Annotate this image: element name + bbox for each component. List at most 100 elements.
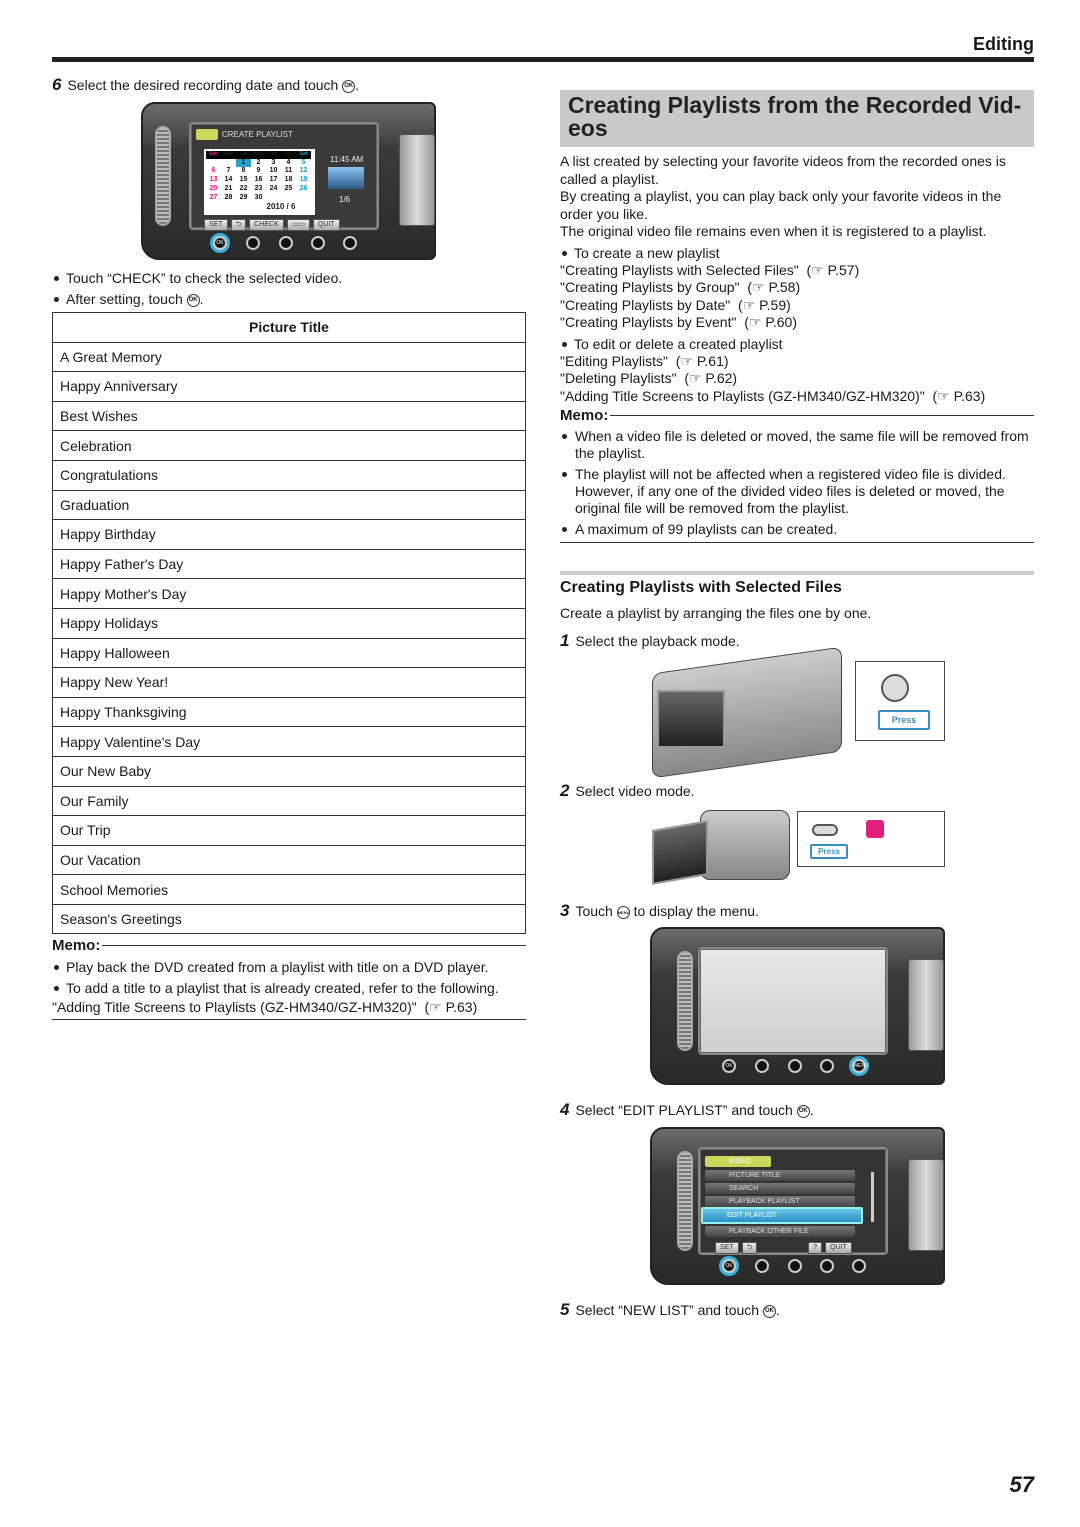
camcorder-illustration xyxy=(700,810,790,880)
calendar-date[interactable]: 10 xyxy=(266,167,281,176)
calendar-date[interactable]: 21 xyxy=(221,185,236,194)
cross-reference-link[interactable]: "Creating Playlists with Selected Files"… xyxy=(560,262,1034,280)
thumbnail xyxy=(328,167,364,189)
table-cell: Season's Greetings xyxy=(52,903,526,935)
ok-icon: OK xyxy=(186,293,200,307)
calendar-date[interactable]: 12 xyxy=(296,167,311,176)
ok-button[interactable]: OK xyxy=(722,1059,736,1073)
calendar-date[interactable]: 18 xyxy=(281,176,296,185)
screen-button[interactable]: SET xyxy=(715,1242,739,1254)
table-row: Happy Thanksgiving xyxy=(52,696,526,728)
screen-button[interactable]: ⮌ xyxy=(230,219,247,231)
weekday-label: Wed xyxy=(251,151,266,159)
calendar-date[interactable]: 16 xyxy=(251,176,266,185)
ok-button[interactable]: OK xyxy=(722,1259,736,1273)
screen-button[interactable]: QUIT xyxy=(312,219,340,231)
screen-button[interactable]: ? xyxy=(808,1242,823,1254)
calendar-date[interactable]: 17 xyxy=(266,176,281,185)
calendar[interactable]: Sun Mon Tue Wed Thu Fri Sat 1 2 3 4 5 6 7 8 9 10 11 12 13 14… xyxy=(204,149,315,215)
calendar-date[interactable]: 9 xyxy=(251,167,266,176)
calendar-date[interactable]: 26 xyxy=(296,185,311,194)
table-cell: Graduation xyxy=(52,489,526,521)
calendar-date[interactable]: 28 xyxy=(221,194,236,203)
hw-button[interactable] xyxy=(279,236,293,250)
hw-button[interactable] xyxy=(246,236,260,250)
cross-reference-link[interactable]: "Creating Playlists by Date" (☞ P.59) xyxy=(560,297,1034,315)
calendar-date[interactable]: 14 xyxy=(221,176,236,185)
divider xyxy=(560,571,1034,575)
zoom-slider[interactable] xyxy=(677,951,693,1051)
calendar-date[interactable]: 25 xyxy=(281,185,296,194)
cross-reference-link[interactable]: "Creating Playlists by Group" (☞ P.58) xyxy=(560,279,1034,297)
subsection-intro: Create a playlist by arranging the files… xyxy=(560,605,872,621)
calendar-date[interactable]: 5 xyxy=(296,159,311,168)
menu-button[interactable]: MENU xyxy=(852,1059,869,1073)
table-cell: Celebration xyxy=(52,430,526,461)
screen-button[interactable]: SET xyxy=(204,219,228,231)
hw-button[interactable] xyxy=(788,1059,802,1073)
press-label: Press xyxy=(878,710,930,730)
menu-button[interactable] xyxy=(343,236,357,250)
memo-bullet: Play back the DVD created from a playlis… xyxy=(52,959,526,976)
cross-reference-link[interactable]: "Deleting Playlists" (☞ P.62) xyxy=(560,370,1034,388)
zoom-slider[interactable] xyxy=(677,1151,693,1251)
hw-button[interactable] xyxy=(311,236,325,250)
calendar-date[interactable]: 2 xyxy=(251,159,266,168)
calendar-date[interactable]: 30 xyxy=(251,194,266,203)
calendar-date[interactable]: 20 xyxy=(206,185,221,194)
hw-button[interactable] xyxy=(755,1259,769,1273)
menu-item[interactable]: PICTURE TITLE xyxy=(705,1170,855,1181)
table-cell: Congratulations xyxy=(52,459,526,491)
month-label: 2010 / 6 xyxy=(266,202,296,212)
screen-button[interactable]: CHECK xyxy=(249,219,284,231)
calendar-date[interactable] xyxy=(206,159,221,168)
table-cell: A Great Memory xyxy=(52,341,526,373)
calendar-date[interactable]: 3 xyxy=(266,159,281,168)
screen-button[interactable]: ▭▭ xyxy=(286,219,310,231)
calendar-date[interactable]: 15 xyxy=(236,176,251,185)
calendar-date[interactable]: 19 xyxy=(296,176,311,185)
step-text: Select the desired recording date and to… xyxy=(67,77,339,93)
cross-reference-link[interactable]: "Creating Playlists by Event" (☞ P.60) xyxy=(560,314,1034,332)
screen-button[interactable]: QUIT xyxy=(825,1242,852,1254)
calendar-date[interactable]: 4 xyxy=(281,159,296,168)
hw-button[interactable] xyxy=(788,1259,802,1273)
calendar-date[interactable]: 11 xyxy=(281,167,296,176)
menu-item-selected[interactable]: EDIT PLAYLIST xyxy=(701,1207,863,1224)
menu-item[interactable]: PLAYBACK PLAYLIST xyxy=(705,1196,855,1207)
table-row: Happy New Year! xyxy=(52,667,526,698)
calendar-date[interactable]: 29 xyxy=(236,194,251,203)
calendar-date[interactable] xyxy=(221,159,236,168)
screen-button[interactable]: ⮌ xyxy=(741,1242,758,1254)
calendar-date[interactable]: 27 xyxy=(206,194,221,203)
intro-text: By creating a playlist, you can play bac… xyxy=(560,188,1002,222)
cross-reference-link[interactable]: "Adding Title Screens to Playlists (GZ-H… xyxy=(560,388,1034,406)
calendar-date[interactable]: 22 xyxy=(236,185,251,194)
table-cell: Happy Father's Day xyxy=(52,548,526,580)
calendar-date[interactable]: 23 xyxy=(251,185,266,194)
table-row: Congratulations xyxy=(52,459,526,491)
scrollbar[interactable] xyxy=(871,1172,874,1222)
menu-button[interactable] xyxy=(852,1259,866,1273)
weekday-label: Sun xyxy=(206,151,221,159)
calendar-date[interactable]: 6 xyxy=(206,167,221,176)
memo-link[interactable]: "Adding Title Screens to Playlists (GZ-H… xyxy=(52,999,526,1020)
table-cell: School Memories xyxy=(52,874,526,905)
weekday-label: Sat xyxy=(296,151,311,159)
calendar-date[interactable]: 1 xyxy=(236,158,251,168)
menu-item[interactable]: SEARCH xyxy=(705,1183,855,1194)
hw-button[interactable] xyxy=(820,1259,834,1273)
hw-button[interactable] xyxy=(820,1059,834,1073)
hw-button[interactable] xyxy=(755,1059,769,1073)
calendar-date[interactable]: 24 xyxy=(266,185,281,194)
menu-tab: VIDEO xyxy=(705,1156,771,1167)
table-row: Happy Birthday xyxy=(52,519,526,550)
cross-reference-link[interactable]: "Editing Playlists" (☞ P.61) xyxy=(560,353,1034,371)
calendar-date[interactable]: 13 xyxy=(206,176,221,185)
ok-button[interactable]: OK xyxy=(213,236,227,250)
bullet: Touch “CHECK” to check the selected vide… xyxy=(52,270,526,287)
menu-item[interactable]: PLAYBACK OTHER FILE xyxy=(705,1226,855,1237)
zoom-slider[interactable] xyxy=(155,126,171,226)
calendar-date[interactable]: 7 xyxy=(221,167,236,176)
calendar-date[interactable]: 8 xyxy=(236,167,251,176)
